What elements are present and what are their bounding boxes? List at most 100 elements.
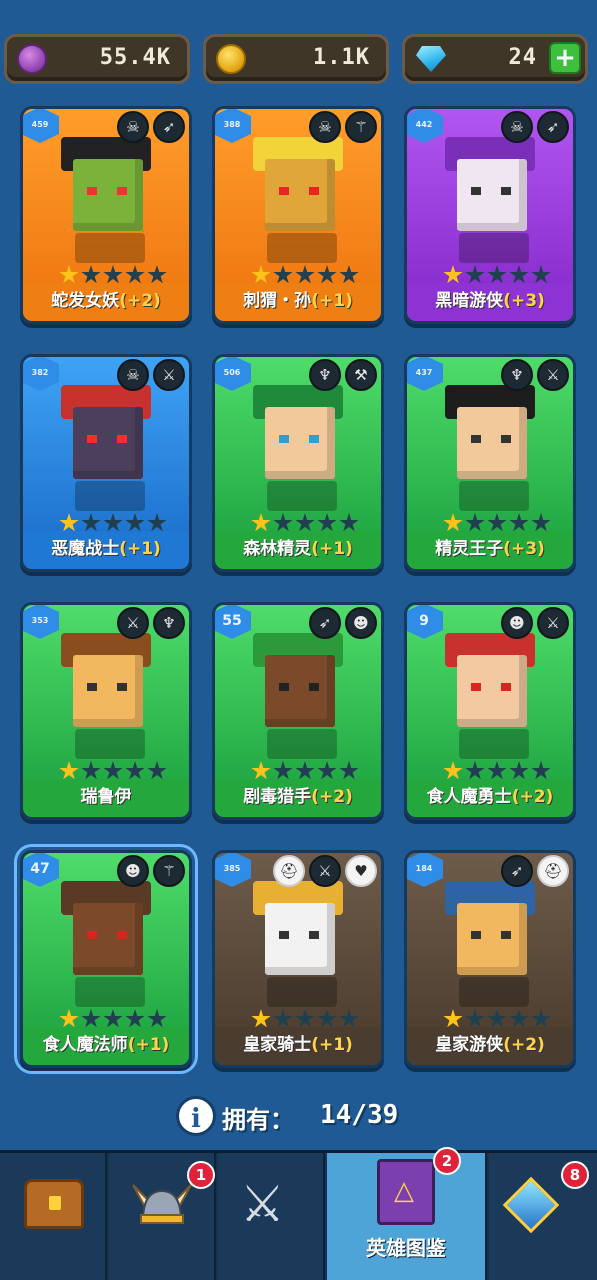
hero-name-bar: 剧毒猎手(+2) xyxy=(215,779,381,817)
hero-name: 皇家骑士 xyxy=(243,1035,312,1055)
star-empty-icon xyxy=(531,513,551,532)
star-filled-icon xyxy=(59,761,79,780)
star-empty-icon xyxy=(273,1009,293,1028)
hero-star-rating xyxy=(59,761,167,781)
hero-star-rating xyxy=(251,761,359,781)
star-empty-icon xyxy=(531,1009,551,1028)
hero-name: 食人魔法师 xyxy=(42,1035,128,1055)
hero-card[interactable]: 388 ☠ ⚚ 刺猬・孙(+1) xyxy=(212,106,384,324)
star-empty-icon xyxy=(125,265,145,284)
hero-role-icons: ☠ ⚚ xyxy=(309,111,377,143)
bow-role-icon: ➶ xyxy=(537,111,569,143)
star-empty-icon xyxy=(295,761,315,780)
hero-name-bar: 食人魔勇士(+2) xyxy=(407,779,573,817)
hero-star-rating xyxy=(251,1009,359,1029)
hero-card[interactable]: 47 ☻ ⚚ 食人魔法师(+1) xyxy=(14,844,198,1074)
star-empty-icon xyxy=(465,761,485,780)
hero-card[interactable]: 385 ⛑ ⚔ ♥ 皇家骑士(+1) xyxy=(212,850,384,1068)
hero-upgrade-count: (+1) xyxy=(127,1035,170,1055)
skull-role-icon: ☠ xyxy=(117,359,149,391)
hero-star-rating xyxy=(251,513,359,533)
gold-currency-value: 1.1K xyxy=(313,45,370,70)
hero-name-bar: 恶魔战士(+1) xyxy=(23,531,189,569)
hero-star-rating xyxy=(59,1009,167,1029)
orc-role-icon: ☻ xyxy=(345,607,377,639)
star-empty-icon xyxy=(487,761,507,780)
star-empty-icon xyxy=(509,761,529,780)
hero-role-icons: ☠ ⚔ xyxy=(117,359,185,391)
hammer-role-icon: ⚒ xyxy=(345,359,377,391)
hero-role-icons: ☻ ⚚ xyxy=(117,855,185,887)
sword-role-icon: ⚔ xyxy=(537,607,569,639)
nav-tab-equipment[interactable]: 8 xyxy=(489,1153,597,1280)
bow-role-icon: ➶ xyxy=(309,607,341,639)
codex-notification-badge: 2 xyxy=(433,1147,461,1175)
hero-card[interactable]: 184 ➶ ⛑ 皇家游侠(+2) xyxy=(404,850,576,1068)
add-gems-button[interactable]: + xyxy=(549,42,581,74)
hero-star-rating xyxy=(443,265,551,285)
elf-role-icon: ♆ xyxy=(153,607,185,639)
hero-role-icons: ♆ ⚒ xyxy=(309,359,377,391)
hero-upgrade-count: (+2) xyxy=(119,291,161,311)
hero-card[interactable]: 506 ♆ ⚒ 森林精灵(+1) xyxy=(212,354,384,572)
gem-currency[interactable]: 24 + xyxy=(402,34,588,84)
hero-name-bar: 蛇发女妖(+2) xyxy=(23,283,189,321)
star-empty-icon xyxy=(487,265,507,284)
hero-card[interactable]: 442 ☠ ➶ 黑暗游侠(+3) xyxy=(404,106,576,324)
hero-card[interactable]: 9 ☻ ⚔ 食人魔勇士(+2) xyxy=(404,602,576,820)
hero-star-rating xyxy=(59,265,167,285)
sword-role-icon: ⚔ xyxy=(153,359,185,391)
nav-tab-chest[interactable] xyxy=(0,1153,107,1280)
star-empty-icon xyxy=(103,1009,123,1028)
nav-tab-battle[interactable]: ⚔ xyxy=(218,1153,325,1280)
hero-card[interactable]: 459 ☠ ➶ 蛇发女妖(+2) xyxy=(20,106,192,324)
owned-counter: i 拥有： 14/39 xyxy=(0,1096,597,1140)
info-icon[interactable]: i xyxy=(176,1096,216,1136)
hero-card[interactable]: 437 ♆ ⚔ 精灵王子(+3) xyxy=(404,354,576,572)
hero-card[interactable]: 55 ➶ ☻ 剧毒猎手(+2) xyxy=(212,602,384,820)
hero-name: 剧毒猎手 xyxy=(243,787,312,807)
sword-role-icon: ⚔ xyxy=(117,607,149,639)
purple-currency[interactable]: 55.4K xyxy=(4,34,190,84)
nav-tab-hero-codex[interactable]: 2 英雄图鉴 xyxy=(327,1147,487,1280)
hero-name: 皇家游侠 xyxy=(435,1035,504,1055)
elf-role-icon: ♆ xyxy=(309,359,341,391)
star-empty-icon xyxy=(81,265,101,284)
star-empty-icon xyxy=(103,513,123,532)
star-empty-icon xyxy=(125,513,145,532)
star-empty-icon xyxy=(317,513,337,532)
hero-name-bar: 皇家游侠(+2) xyxy=(407,1027,573,1065)
nav-tab-heroes[interactable]: 1 xyxy=(109,1153,216,1280)
amulet-icon xyxy=(502,1176,560,1234)
star-filled-icon xyxy=(59,1009,79,1028)
wand-role-icon: ⚚ xyxy=(345,111,377,143)
gold-currency[interactable]: 1.1K xyxy=(203,34,389,84)
hero-card[interactable]: 382 ☠ ⚔ 恶魔战士(+1) xyxy=(20,354,192,572)
hero-star-rating xyxy=(443,1009,551,1029)
star-empty-icon xyxy=(465,265,485,284)
star-empty-icon xyxy=(509,513,529,532)
star-filled-icon xyxy=(443,265,463,284)
hero-star-rating xyxy=(443,513,551,533)
hero-name: 食人魔勇士 xyxy=(426,787,512,807)
hero-role-icons: ➶ ⛑ xyxy=(501,855,569,887)
star-empty-icon xyxy=(317,265,337,284)
crossed-swords-icon: ⚔ xyxy=(240,1175,285,1233)
chest-icon xyxy=(24,1179,84,1229)
elf-role-icon: ♆ xyxy=(501,359,533,391)
star-empty-icon xyxy=(487,513,507,532)
owned-value: 14/39 xyxy=(320,1100,399,1130)
star-filled-icon xyxy=(251,265,271,284)
star-filled-icon xyxy=(251,513,271,532)
wand-role-icon: ⚚ xyxy=(153,855,185,887)
star-empty-icon xyxy=(147,761,167,780)
hero-card[interactable]: 353 ⚔ ♆ 瑞鲁伊 xyxy=(20,602,192,820)
equipment-notification-badge: 8 xyxy=(561,1161,589,1189)
hero-upgrade-count: (+1) xyxy=(311,1035,353,1055)
star-empty-icon xyxy=(295,513,315,532)
hero-name: 蛇发女妖 xyxy=(51,291,120,311)
star-empty-icon xyxy=(509,1009,529,1028)
currency-bar: 55.4K 1.1K 24 + xyxy=(0,0,597,92)
hero-name-bar: 黑暗游侠(+3) xyxy=(407,283,573,321)
hero-upgrade-count: (+1) xyxy=(311,539,353,559)
